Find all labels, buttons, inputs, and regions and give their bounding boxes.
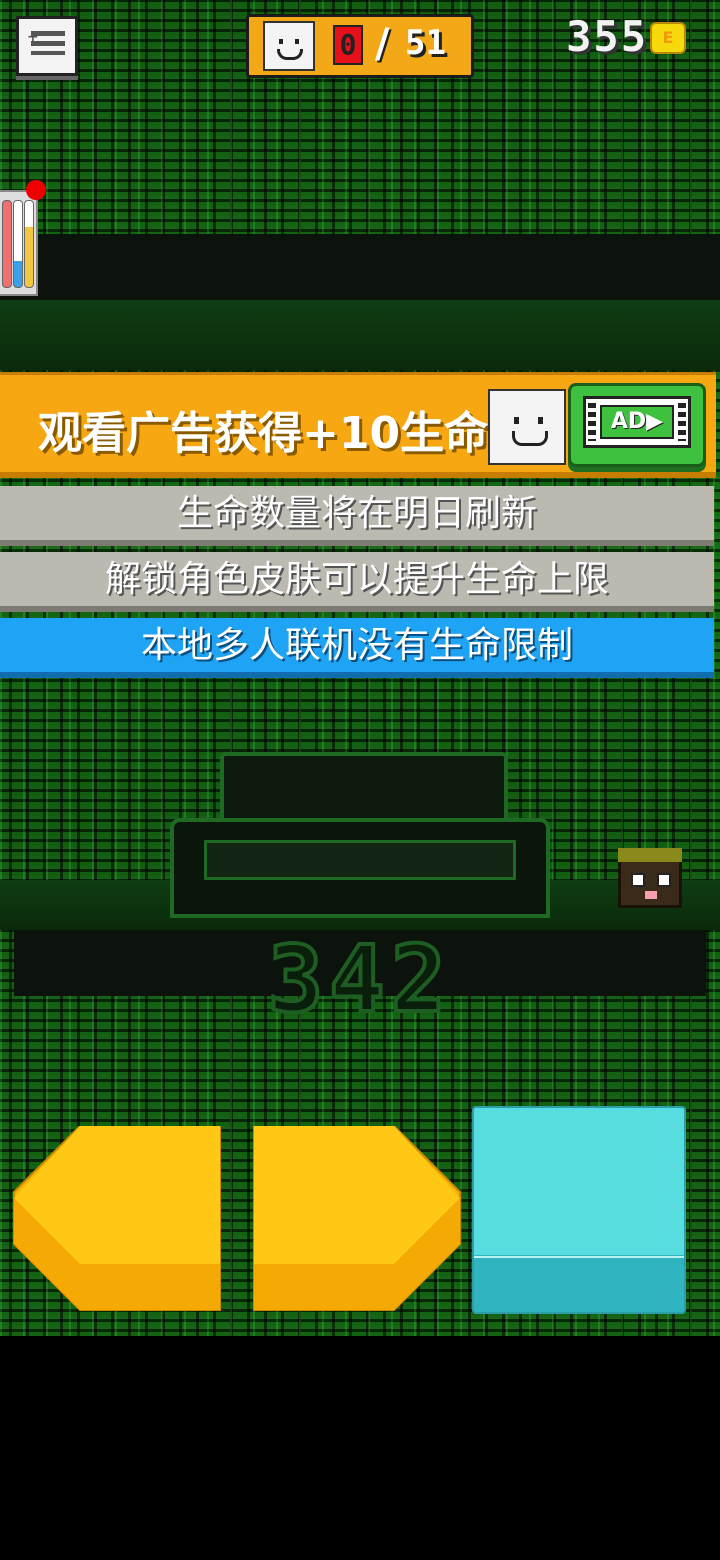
coin-count: 355 xyxy=(566,12,648,61)
player-character xyxy=(618,848,682,908)
score-display: 342 xyxy=(266,924,453,1035)
ad-button-label: AD▶ xyxy=(600,405,674,439)
character-right-eye xyxy=(657,873,671,887)
jump-button[interactable] xyxy=(472,1106,686,1314)
lives-separator: / xyxy=(375,21,390,67)
character-hair xyxy=(618,848,682,862)
notification-dot xyxy=(26,180,46,200)
upper-dark-band xyxy=(0,234,720,300)
character-left-eye xyxy=(631,873,645,887)
coin-icon: E xyxy=(650,22,686,54)
watch-ad-button[interactable]: AD▶ xyxy=(568,383,706,467)
lives-current: 0 xyxy=(333,25,363,65)
smiley-face-icon xyxy=(263,21,315,71)
unlock-notice-bar: 解锁角色皮肤可以提升生命上限 xyxy=(0,552,714,612)
red-meter-icon xyxy=(2,200,12,288)
multiplayer-notice-bar[interactable]: 本地多人联机没有生命限制 xyxy=(0,618,714,678)
right-arrow-icon xyxy=(253,1125,461,1311)
side-panel-tab[interactable] xyxy=(0,190,38,296)
lives-counter: 0 / 51 xyxy=(246,14,474,78)
move-left-button[interactable] xyxy=(12,1125,222,1312)
menu-lines-icon xyxy=(31,31,65,55)
lives-max: 51 xyxy=(405,23,446,63)
menu-button[interactable]: + xyxy=(16,16,78,76)
upper-floor xyxy=(0,300,720,370)
couch-cushion xyxy=(204,840,516,880)
video-ad-icon: AD▶ xyxy=(583,396,691,448)
smiley-face-icon xyxy=(488,389,566,465)
refresh-notice-bar: 生命数量将在明日刷新 xyxy=(0,486,714,546)
bottom-empty-area xyxy=(0,1336,720,1560)
watch-ad-text: 观看广告获得+10生命 xyxy=(38,408,489,459)
couch xyxy=(170,752,550,918)
character-nose xyxy=(645,891,657,899)
move-right-button[interactable] xyxy=(252,1125,462,1312)
left-arrow-icon xyxy=(13,1125,221,1311)
watch-ad-banner[interactable]: 观看广告获得+10生命 AD▶ xyxy=(0,372,716,478)
blue-meter-icon xyxy=(13,200,23,288)
yellow-meter-icon xyxy=(24,200,34,288)
